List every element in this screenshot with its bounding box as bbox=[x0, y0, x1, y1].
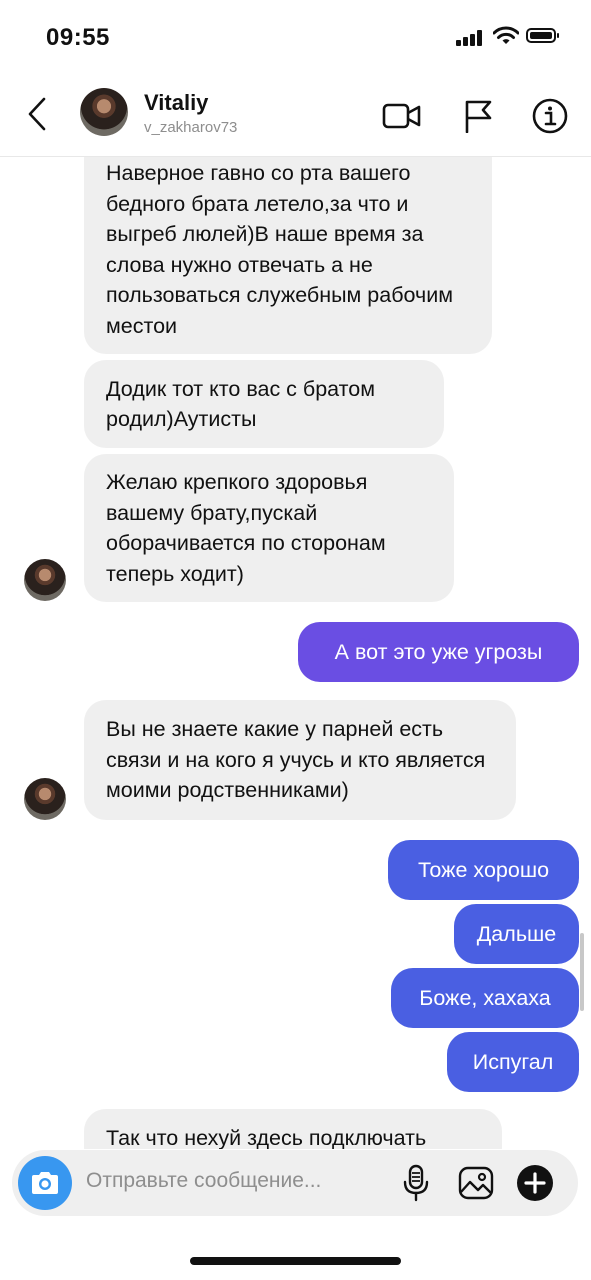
camera-icon bbox=[32, 1172, 58, 1194]
wifi-icon bbox=[493, 26, 519, 44]
message-bubble-incoming[interactable]: Так что нехуй здесь подключать bbox=[84, 1109, 502, 1149]
add-content-button[interactable] bbox=[515, 1163, 555, 1203]
camera-button[interactable] bbox=[18, 1156, 72, 1210]
back-button[interactable] bbox=[22, 94, 52, 134]
gallery-button[interactable] bbox=[456, 1163, 496, 1203]
message-bubble-outgoing[interactable]: Дальше bbox=[454, 904, 579, 964]
video-camera-icon bbox=[382, 103, 421, 129]
contact-handle[interactable]: v_zakharov73 bbox=[144, 119, 237, 136]
avatar[interactable] bbox=[80, 88, 128, 136]
status-time: 09:55 bbox=[46, 24, 110, 51]
chat-header: Vitaliy v_zakharov73 bbox=[0, 78, 591, 157]
message-text: Наверное гавно со рта вашего бедного бра… bbox=[106, 161, 454, 338]
message-text: Вы не знаете какие у парней есть связи и… bbox=[106, 717, 486, 803]
message-text: Желаю крепкого здоровья вашему брату,пус… bbox=[106, 470, 386, 586]
message-text: А вот это уже угрозы bbox=[334, 639, 543, 664]
image-icon bbox=[458, 1166, 494, 1200]
message-text: Додик тот кто вас с братом родил)Аутисты bbox=[106, 376, 376, 432]
message-thread[interactable]: Наверное гавно со рта вашего бедного бра… bbox=[0, 157, 591, 1149]
info-button[interactable] bbox=[530, 96, 570, 136]
battery-icon bbox=[526, 28, 559, 43]
sender-avatar[interactable] bbox=[24, 778, 66, 820]
message-bubble-outgoing[interactable]: Тоже хорошо bbox=[388, 840, 579, 900]
signal-icon bbox=[456, 30, 486, 46]
message-composer bbox=[12, 1150, 578, 1216]
sender-avatar[interactable] bbox=[24, 559, 66, 601]
voice-message-button[interactable] bbox=[396, 1163, 436, 1203]
microphone-icon bbox=[403, 1164, 429, 1202]
home-indicator[interactable] bbox=[190, 1257, 401, 1265]
message-bubble-incoming[interactable]: Наверное гавно со рта вашего бедного бра… bbox=[84, 157, 492, 354]
message-input[interactable] bbox=[86, 1169, 376, 1193]
info-icon bbox=[532, 98, 568, 134]
message-bubble-incoming[interactable]: Додик тот кто вас с братом родил)Аутисты bbox=[84, 360, 444, 448]
message-text: Дальше bbox=[476, 921, 557, 946]
message-bubble-outgoing[interactable]: Боже, хахаха bbox=[391, 968, 579, 1028]
message-bubble-incoming[interactable]: Вы не знаете какие у парней есть связи и… bbox=[84, 700, 516, 820]
contact-name[interactable]: Vitaliy bbox=[144, 90, 208, 116]
message-bubble-incoming[interactable]: Желаю крепкого здоровья вашему брату,пус… bbox=[84, 454, 454, 602]
message-bubble-outgoing[interactable]: Испугал bbox=[447, 1032, 579, 1092]
report-button[interactable] bbox=[458, 96, 498, 136]
flag-icon bbox=[465, 100, 492, 133]
chevron-left-icon bbox=[28, 97, 46, 131]
message-text: Боже, хахаха bbox=[419, 985, 551, 1010]
message-text: Испугал bbox=[472, 1049, 554, 1074]
plus-circle-icon bbox=[517, 1165, 553, 1201]
message-bubble-outgoing[interactable]: А вот это уже угрозы bbox=[298, 622, 579, 682]
message-text: Тоже хорошо bbox=[417, 857, 550, 882]
message-text: Так что нехуй здесь подключать bbox=[106, 1126, 427, 1149]
video-call-button[interactable] bbox=[382, 96, 422, 136]
status-bar: 09:55 bbox=[0, 0, 591, 78]
scrollbar[interactable] bbox=[580, 933, 584, 1011]
